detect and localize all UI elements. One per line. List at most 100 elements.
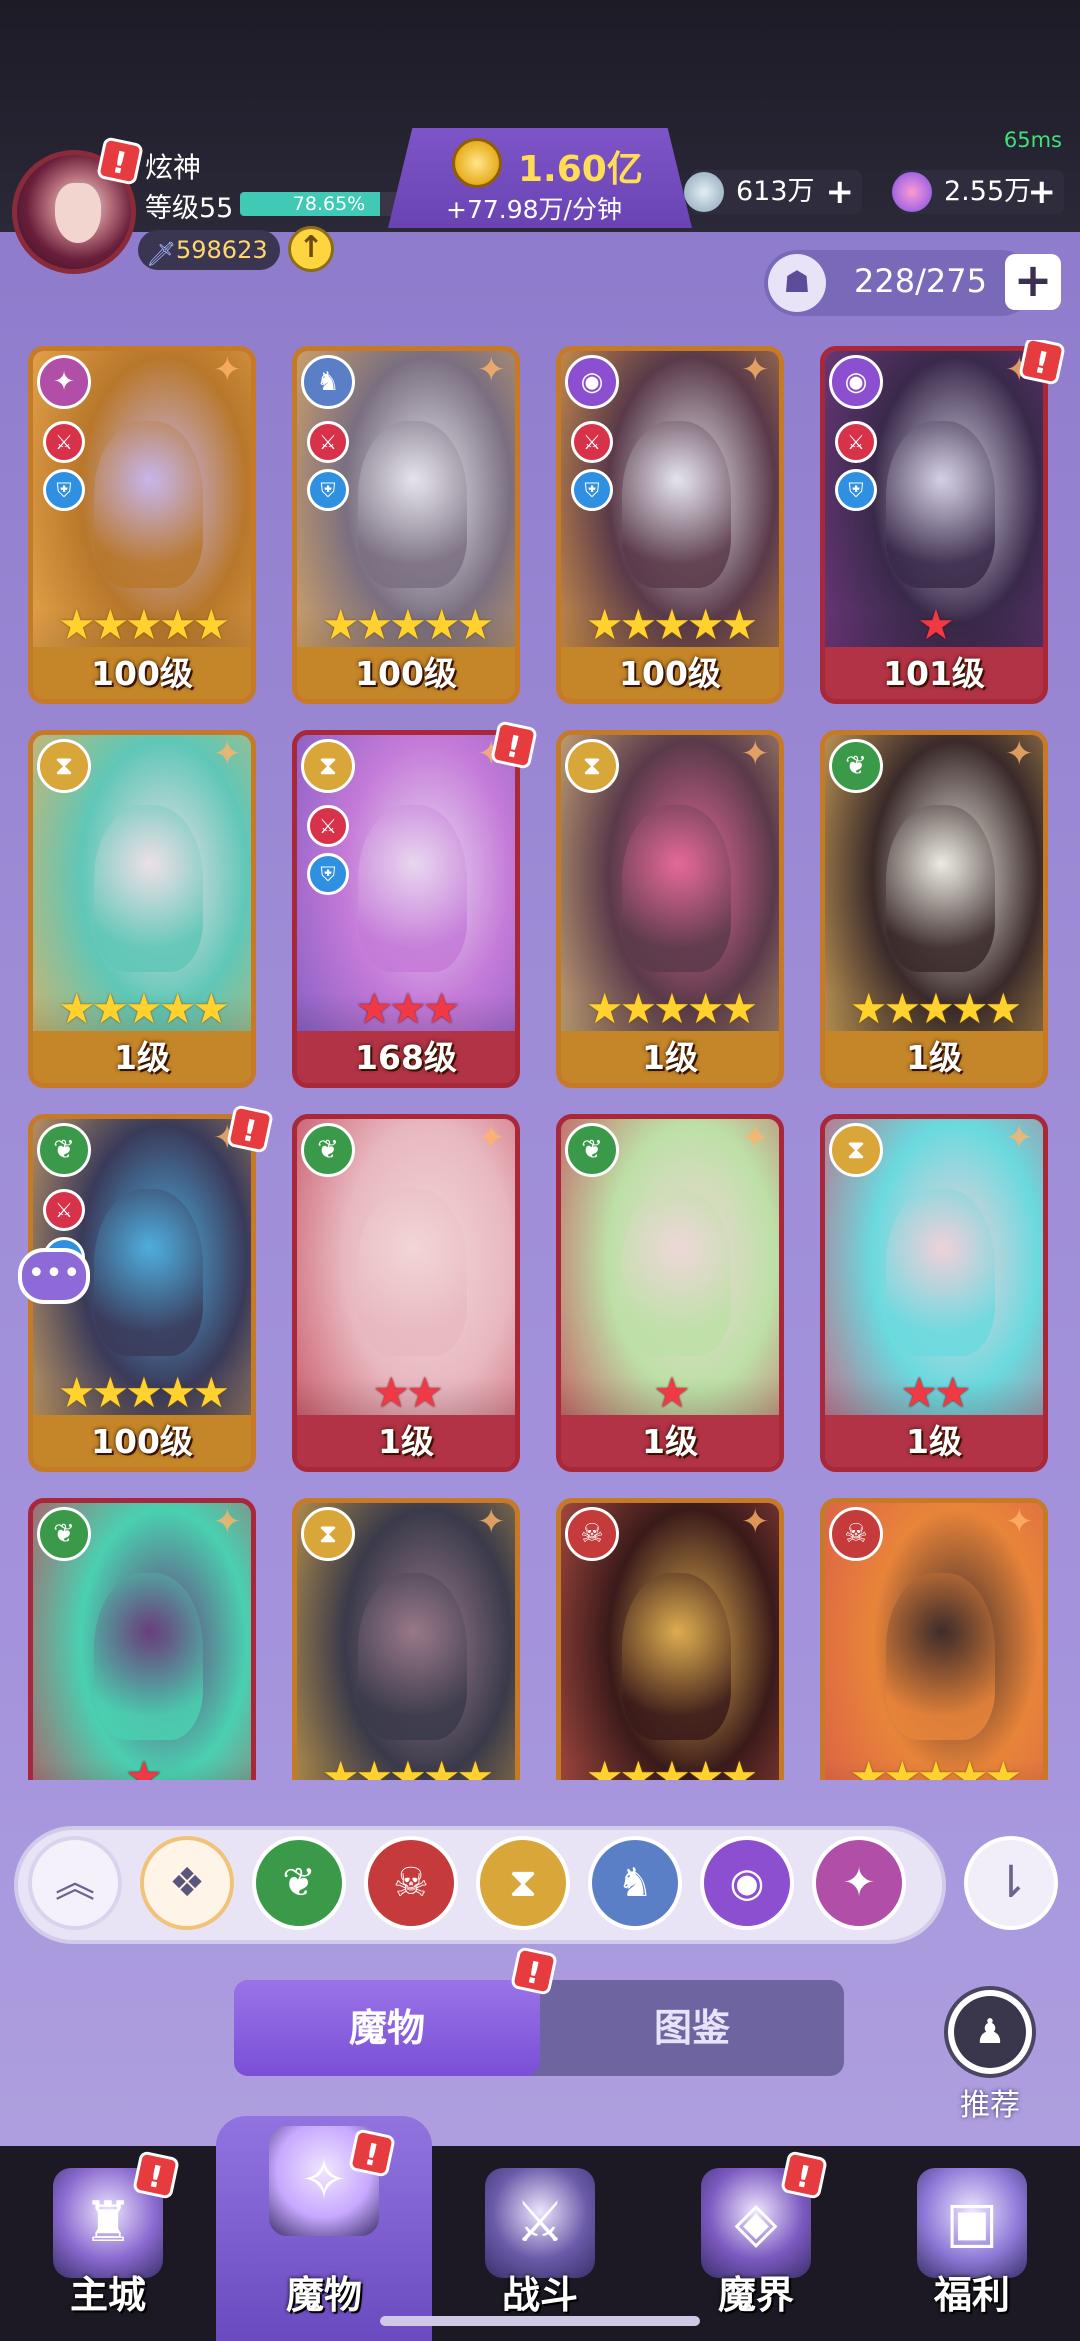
sword-icon: 🗡 (146, 240, 177, 268)
star-icon: ★ (619, 1752, 658, 1781)
monster-card[interactable]: ✦⧗⚔⛨★★★168级 (292, 730, 520, 1088)
monster-card[interactable]: ✦ ⧗ ★★★★★ 1级 (28, 730, 256, 1088)
star-rating: ★★★★★ (297, 1752, 515, 1781)
level-up-button[interactable]: ↑ (288, 226, 334, 272)
nav-label: 战斗 (501, 2273, 578, 2317)
monster-card[interactable]: ✦ ◉ ⚔ ⛨ ★★★★★ 100级 (556, 346, 784, 704)
tab-monsters[interactable]: 魔物 (234, 1980, 540, 2076)
sort-button[interactable]: ⇂ (964, 1836, 1058, 1930)
star-icon: ★ (158, 1368, 197, 1417)
star-icon: ★ (389, 600, 427, 649)
star-gem-icon (892, 172, 932, 212)
monster-card[interactable]: ✦ ❦ ★ (28, 1498, 256, 1780)
star-rating: ★★★★★ (33, 603, 251, 647)
nav-chest[interactable]: ▣ 福利 (864, 2146, 1080, 2341)
filter-wind-swirl-icon[interactable]: ✦ (812, 1836, 906, 1930)
monster-level: 101级 (883, 654, 985, 693)
chat-bubble-icon[interactable]: ••• (18, 1248, 90, 1304)
monster-card[interactable]: ✦ ❦ ★★★★★ 1级 (820, 730, 1048, 1088)
monster-card[interactable]: ✦ ☠ ★★★★★ (820, 1498, 1048, 1780)
tab-codex[interactable]: 图鉴 (540, 1980, 844, 2076)
star-icon: ★ (125, 1752, 163, 1781)
monster-card[interactable]: ✦ ⧗ ★★ 1级 (820, 1114, 1048, 1472)
star-rating: ★ (561, 1371, 779, 1415)
monster-card[interactable]: ✦ ❦ ★★ 1级 (292, 1114, 520, 1472)
gem-resource[interactable]: 2.55万 + (892, 170, 1064, 214)
add-capacity-button[interactable]: + (1005, 254, 1061, 310)
star-icon: ★ (321, 600, 360, 649)
monster-card[interactable]: ✦ ⧗ ★★★★★ (292, 1498, 520, 1780)
monster-level: 1级 (642, 1038, 698, 1077)
attack-skill-icon: ⚔ (835, 421, 877, 463)
exp-bar: 78.65% (240, 192, 418, 216)
star-rating: ★★ (297, 1371, 515, 1415)
recommend-label: 推荐 (960, 2088, 1020, 2123)
recommend-button[interactable]: ♟ (944, 1986, 1036, 2078)
star-icon: ★ (686, 600, 725, 649)
nav-castle[interactable]: ♜ 主城! (0, 2146, 216, 2341)
star-icon: ★ (619, 600, 658, 649)
filter-eye-eye-icon[interactable]: ◉ (700, 1836, 794, 1930)
star-icon: ★ (355, 984, 394, 1033)
corner-sparkle-icon: ✦ (1005, 734, 1034, 774)
star-icon: ★ (686, 984, 725, 1033)
star-icon: ★ (917, 984, 955, 1033)
monster-card[interactable]: ✦ ✦ ⚔ ⛨ ★★★★★ 100级 (28, 346, 256, 704)
star-icon: ★ (950, 984, 989, 1033)
star-icon: ★ (456, 1752, 494, 1781)
filter-collapse-chevron-up-icon[interactable]: ︽ (28, 1836, 122, 1930)
defense-skill-icon: ⛨ (307, 469, 349, 511)
filter-demon-demon-icon[interactable]: ☠ (364, 1836, 458, 1930)
monster-slot-icon: ☗ (768, 254, 826, 312)
star-icon: ★ (355, 600, 394, 649)
filter-leaf-leaf-icon[interactable]: ❦ (252, 1836, 346, 1930)
nav-sword-shield[interactable]: ⚔ 战斗 (432, 2146, 648, 2341)
star-icon: ★ (984, 1752, 1022, 1781)
monster-figure (622, 804, 732, 972)
gem-value: 2.55万 (944, 176, 1032, 207)
filter-sand-hourglass-icon[interactable]: ⧗ (476, 1836, 570, 1930)
star-rating: ★★★ (297, 987, 515, 1031)
leaf-icon: ❦ (565, 1123, 619, 1177)
star-icon: ★ (422, 1752, 461, 1781)
star-icon: ★ (883, 984, 922, 1033)
corner-sparkle-icon: ✦ (477, 350, 506, 390)
star-icon: ★ (158, 984, 197, 1033)
star-icon: ★ (91, 600, 130, 649)
star-icon: ★ (389, 1752, 427, 1781)
silver-resource[interactable]: 613万 + (684, 170, 862, 214)
monster-level: 100级 (355, 654, 457, 693)
monster-level: 168级 (355, 1038, 457, 1077)
nav-alert-badge: ! (780, 2150, 828, 2200)
monster-card[interactable]: ✦ ❦ ★ 1级 (556, 1114, 784, 1472)
nav-portal[interactable]: ◈ 魔界! (648, 2146, 864, 2341)
monster-figure (622, 420, 732, 588)
star-icon: ★ (355, 1752, 394, 1781)
monster-figure (886, 1572, 996, 1740)
attack-skill-icon: ⚔ (43, 421, 85, 463)
star-icon: ★ (389, 984, 427, 1033)
monster-card[interactable]: ✦ ♞ ⚔ ⛨ ★★★★★ 100级 (292, 346, 520, 704)
corner-sparkle-icon: ✦ (741, 350, 770, 390)
monster-card[interactable]: ✦ ☠ ★★★★★ (556, 1498, 784, 1780)
demon-icon: ☠ (829, 1507, 883, 1561)
corner-sparkle-icon: ✦ (1005, 1118, 1034, 1158)
star-rating: ★★★★★ (825, 1752, 1043, 1781)
monster-card[interactable]: ✦ ⧗ ★★★★★ 1级 (556, 730, 784, 1088)
monster-card[interactable]: ✦◉⚔⛨★101级 (820, 346, 1048, 704)
star-rating: ★★★★★ (33, 987, 251, 1031)
monster-level: 1级 (906, 1422, 962, 1461)
demon-icon: ☠ (565, 1507, 619, 1561)
filter-dragon-wolf-icon[interactable]: ♞ (588, 1836, 682, 1930)
silver-plus-icon[interactable]: + (826, 170, 855, 214)
defense-skill-icon: ⛨ (43, 469, 85, 511)
filter-all-grid-diamond-icon[interactable]: ❖ (140, 1836, 234, 1930)
star-icon: ★ (917, 1752, 955, 1781)
star-icon: ★ (422, 600, 461, 649)
star-icon: ★ (686, 1752, 725, 1781)
star-icon: ★ (192, 600, 230, 649)
nav-label: 魔界 (717, 2273, 794, 2317)
star-icon: ★ (653, 1368, 691, 1417)
nav-flame-star[interactable]: ✧ 魔物! (216, 2116, 432, 2341)
gem-plus-icon[interactable]: + (1028, 170, 1057, 214)
